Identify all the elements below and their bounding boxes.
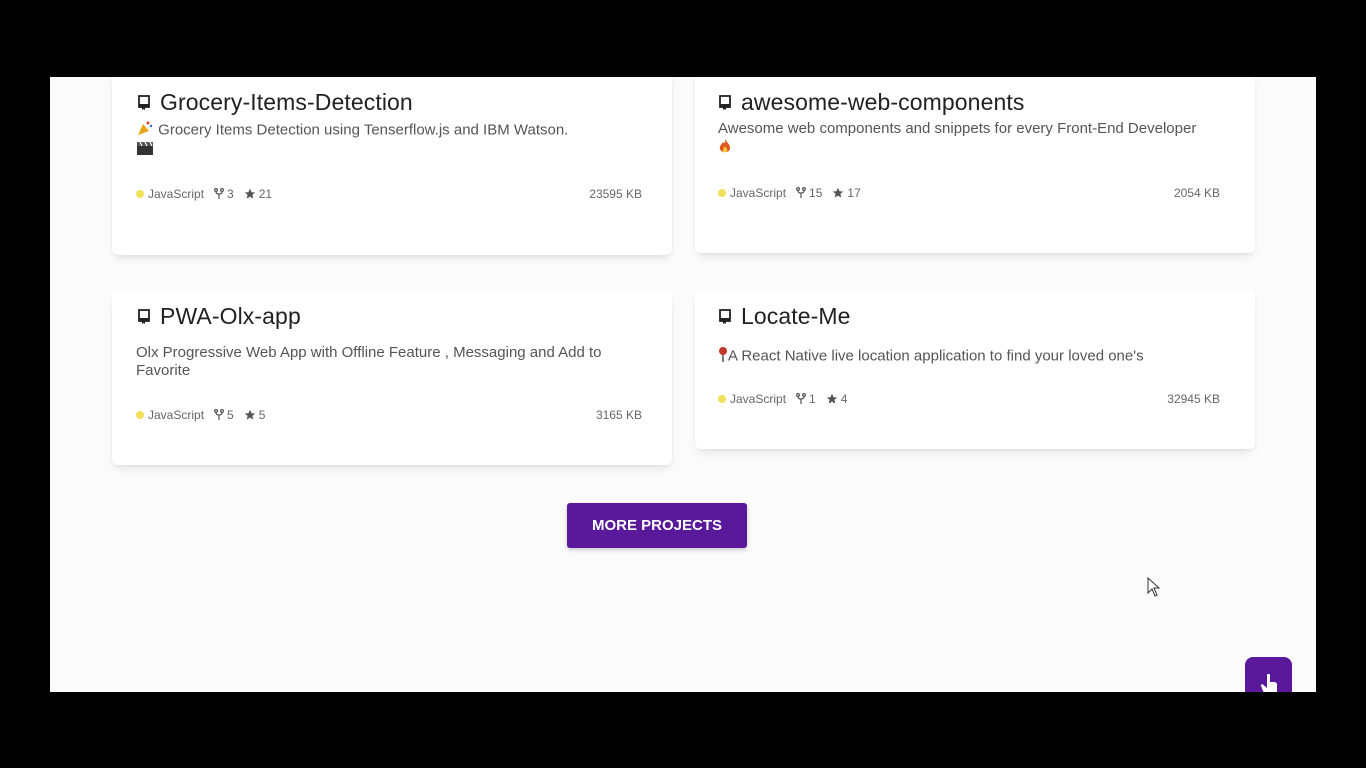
star-icon <box>826 393 837 404</box>
language-dot <box>136 190 144 198</box>
fork-icon <box>214 409 225 420</box>
mouse-pointer-icon <box>1147 576 1161 602</box>
project-card[interactable]: PWA-Olx-app Olx Progressive Web App with… <box>112 289 672 465</box>
star-icon <box>244 409 255 420</box>
project-description: Olx Progressive Web App with Offline Fea… <box>136 344 602 379</box>
star-icon <box>244 188 255 199</box>
project-card[interactable]: Grocery-Items-Detection Grocery Items De… <box>112 77 672 255</box>
star-count: 4 <box>840 392 848 406</box>
repo-icon <box>719 308 733 325</box>
project-meta: JavaScript 15 17 <box>718 186 871 200</box>
project-card[interactable]: Locate-Me A React Native live location a… <box>695 289 1255 449</box>
star-count: 21 <box>258 187 273 201</box>
project-title[interactable]: Locate-Me <box>741 303 851 330</box>
project-size: 32945 KB <box>1167 392 1220 406</box>
repo-icon <box>719 94 733 111</box>
fork-count: 5 <box>227 408 234 422</box>
project-description: Grocery Items Detection using Tenserflow… <box>136 120 646 161</box>
project-title[interactable]: Grocery-Items-Detection <box>160 89 413 116</box>
project-size: 3165 KB <box>595 408 642 422</box>
fork-icon <box>796 187 807 198</box>
scroll-top-button[interactable] <box>1245 657 1292 692</box>
page-viewport: Grocery-Items-Detection Grocery Items De… <box>50 77 1316 692</box>
project-size: 23595 KB <box>589 187 642 201</box>
clapper-board-icon <box>136 141 154 161</box>
language-label: JavaScript <box>730 392 787 406</box>
fork-icon <box>214 188 225 199</box>
language-dot <box>718 395 726 403</box>
language-dot <box>718 189 726 197</box>
project-meta: JavaScript 3 21 <box>136 187 282 201</box>
project-title[interactable]: PWA-Olx-app <box>160 303 301 330</box>
project-size: 2054 KB <box>1173 186 1220 200</box>
repo-icon <box>138 308 152 325</box>
project-description: Awesome web components and snippets for … <box>718 119 1198 159</box>
project-title[interactable]: awesome-web-components <box>741 89 1024 116</box>
pointing-hand-icon <box>1259 673 1279 692</box>
star-count: 17 <box>847 186 861 200</box>
fork-icon <box>796 393 807 404</box>
language-label: JavaScript <box>148 408 205 422</box>
project-description: A React Native live location application… <box>718 346 1238 367</box>
fork-count: 1 <box>809 392 816 406</box>
star-count: 5 <box>258 408 266 422</box>
language-dot <box>136 411 144 419</box>
star-icon <box>833 187 844 198</box>
project-meta: JavaScript 1 4 <box>718 392 857 406</box>
project-meta: JavaScript 5 5 <box>136 408 275 422</box>
more-projects-button[interactable]: MORE PROJECTS <box>567 503 747 548</box>
language-label: JavaScript <box>148 187 205 201</box>
fork-count: 15 <box>809 186 823 200</box>
repo-icon <box>138 94 152 111</box>
fork-count: 3 <box>227 187 234 201</box>
fire-icon <box>718 138 732 159</box>
pushpin-icon <box>718 346 728 367</box>
party-popper-icon <box>136 120 154 141</box>
language-label: JavaScript <box>730 186 787 200</box>
project-card[interactable]: awesome-web-components Awesome web compo… <box>695 77 1255 253</box>
